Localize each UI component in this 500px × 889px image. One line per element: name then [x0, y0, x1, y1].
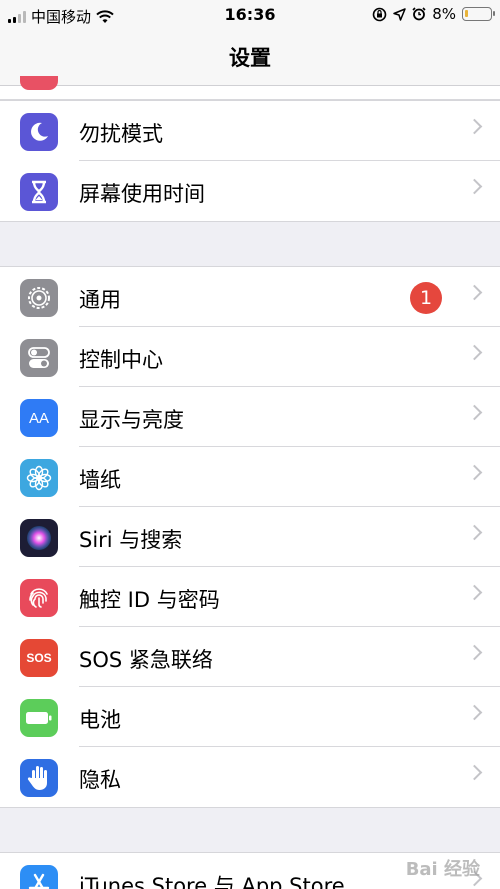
- navigation-bar: 设置: [0, 28, 500, 86]
- chevron-right-icon: [466, 464, 483, 481]
- chevron-right-icon: [466, 524, 483, 541]
- sos-icon: SOS: [20, 639, 58, 677]
- row-emergency-sos[interactable]: SOS SOS 紧急联络: [0, 627, 500, 687]
- text-size-glyph: AA: [28, 409, 49, 427]
- status-bar: 中国移动 16:36 8%: [0, 0, 500, 28]
- row-screen-time[interactable]: 屏幕使用时间: [0, 161, 500, 221]
- chevron-right-icon: [466, 178, 483, 195]
- row-label: 隐私: [79, 768, 121, 792]
- row-control-center[interactable]: 控制中心: [0, 327, 500, 387]
- row-label: 墙纸: [79, 468, 121, 492]
- sos-glyph: SOS: [26, 651, 52, 665]
- alarm-icon: [412, 7, 426, 21]
- notification-badge: 1: [410, 282, 442, 314]
- hand-icon: [20, 759, 58, 797]
- row-wallpaper[interactable]: 墙纸: [0, 447, 500, 507]
- row-label: 显示与亮度: [79, 408, 184, 432]
- partial-row: [0, 76, 500, 100]
- hourglass-icon: [20, 173, 58, 211]
- row-display-brightness[interactable]: AA 显示与亮度: [0, 387, 500, 447]
- chevron-right-icon: [466, 644, 483, 661]
- notifications-icon: [20, 76, 58, 90]
- toggles-icon: [20, 339, 58, 377]
- chevron-right-icon: [466, 344, 483, 361]
- row-do-not-disturb[interactable]: 勿扰模式: [0, 101, 500, 161]
- chevron-right-icon: [466, 584, 483, 601]
- row-touch-id-passcode[interactable]: 触控 ID 与密码: [0, 567, 500, 627]
- row-label: iTunes Store 与 App Store: [79, 874, 345, 889]
- row-label: 通用: [79, 288, 121, 312]
- row-label: 电池: [79, 708, 121, 732]
- status-right: 8%: [372, 5, 495, 23]
- battery-percent: 8%: [432, 5, 456, 23]
- moon-icon: [20, 113, 58, 151]
- row-label: SOS 紧急联络: [79, 648, 213, 672]
- battery-indicator-icon: [462, 7, 495, 21]
- chevron-right-icon: [466, 284, 483, 301]
- row-label: 屏幕使用时间: [79, 182, 205, 206]
- rotation-lock-icon: [372, 7, 387, 21]
- row-privacy[interactable]: 隐私: [0, 747, 500, 807]
- app-store-icon: [20, 865, 58, 889]
- settings-group-focus: 勿扰模式 屏幕使用时间: [0, 100, 500, 222]
- row-label: 控制中心: [79, 348, 163, 372]
- watermark: Bai 经验: [405, 859, 480, 880]
- settings-group-general: 通用 1 控制中心 AA 显示与亮度 墙纸 Siri 与搜索 触控 ID 与密码…: [0, 266, 500, 808]
- row-label: 触控 ID 与密码: [79, 588, 220, 612]
- chevron-right-icon: [466, 704, 483, 721]
- location-icon: [393, 7, 406, 21]
- page-title: 设置: [229, 46, 271, 70]
- siri-icon: [20, 519, 58, 557]
- row-battery[interactable]: 电池: [0, 687, 500, 747]
- fingerprint-icon: [20, 579, 58, 617]
- flower-icon: [20, 459, 58, 497]
- battery-icon: [20, 699, 58, 737]
- row-label: Siri 与搜索: [79, 528, 183, 552]
- row-siri-search[interactable]: Siri 与搜索: [0, 507, 500, 567]
- row-general[interactable]: 通用 1: [0, 267, 500, 327]
- row-label: 勿扰模式: [79, 122, 163, 146]
- text-size-icon: AA: [20, 399, 58, 437]
- chevron-right-icon: [466, 118, 483, 135]
- gear-icon: [20, 279, 58, 317]
- chevron-right-icon: [466, 764, 483, 781]
- chevron-right-icon: [466, 404, 483, 421]
